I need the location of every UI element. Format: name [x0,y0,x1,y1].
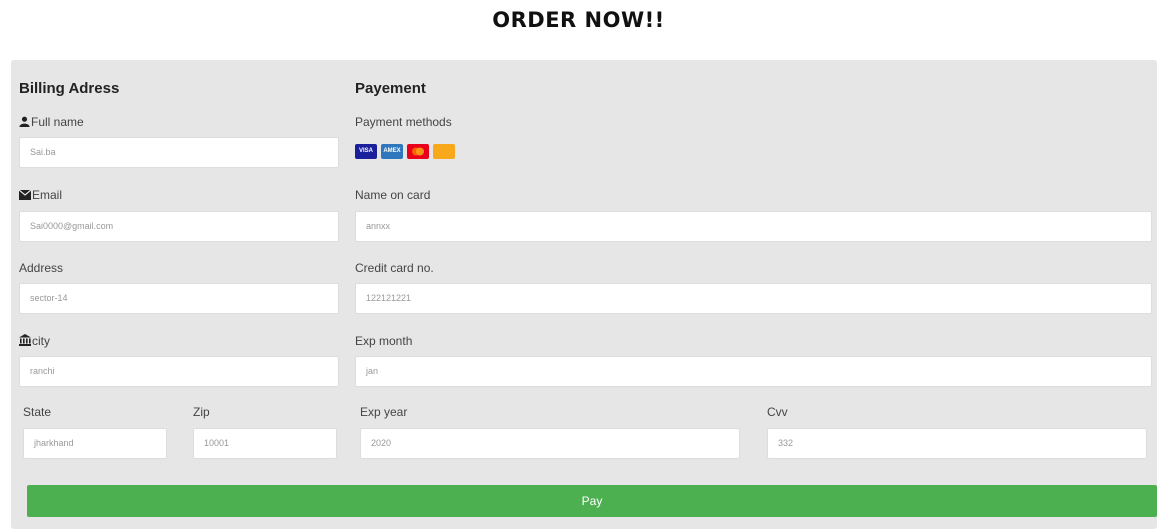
pay-button[interactable]: Pay [27,485,1157,517]
credit-card-number-input[interactable]: 122121221 [355,283,1152,314]
full-name-label-text: Full name [31,115,84,129]
address-input[interactable]: sector-14 [19,283,339,314]
email-label-text: Email [32,188,63,202]
city-label: city [19,334,50,348]
address-label: Address [19,261,64,275]
mastercard-card-icon [407,144,429,159]
visa-card-icon: VISA [355,144,377,159]
billing-heading: Billing Adress [19,80,120,97]
exp-month-input[interactable]: jan [355,356,1152,387]
email-input[interactable]: Sai0000@gmail.com [19,211,339,242]
exp-month-label: Exp month [355,334,413,348]
exp-year-label: Exp year [360,405,408,419]
email-label: Email [18,188,63,202]
name-on-card-label: Name on card [355,188,431,202]
institution-icon [19,334,32,348]
state-input[interactable]: jharkhand [23,428,167,459]
page-title: ORDER NOW!! [492,8,665,32]
discover-card-icon [433,144,455,159]
city-input[interactable]: ranchi [19,356,339,387]
exp-year-input[interactable]: 2020 [360,428,740,459]
full-name-input[interactable]: Sai.ba [19,137,339,168]
zip-label: Zip [193,405,210,419]
credit-card-number-label: Credit card no. [355,261,434,275]
payment-methods-label: Payment methods [355,115,452,129]
state-label: State [23,405,52,419]
name-on-card-input[interactable]: annxx [355,211,1152,242]
envelope-icon [18,188,32,202]
zip-input[interactable]: 10001 [193,428,337,459]
payment-heading: Payement [355,80,426,97]
full-name-label: Full name [19,115,84,129]
cvv-label: Cvv [767,405,788,419]
user-icon [19,115,31,129]
city-label-text: city [32,334,50,348]
cvv-input[interactable]: 332 [767,428,1147,459]
amex-card-icon: AMEX [381,144,403,159]
